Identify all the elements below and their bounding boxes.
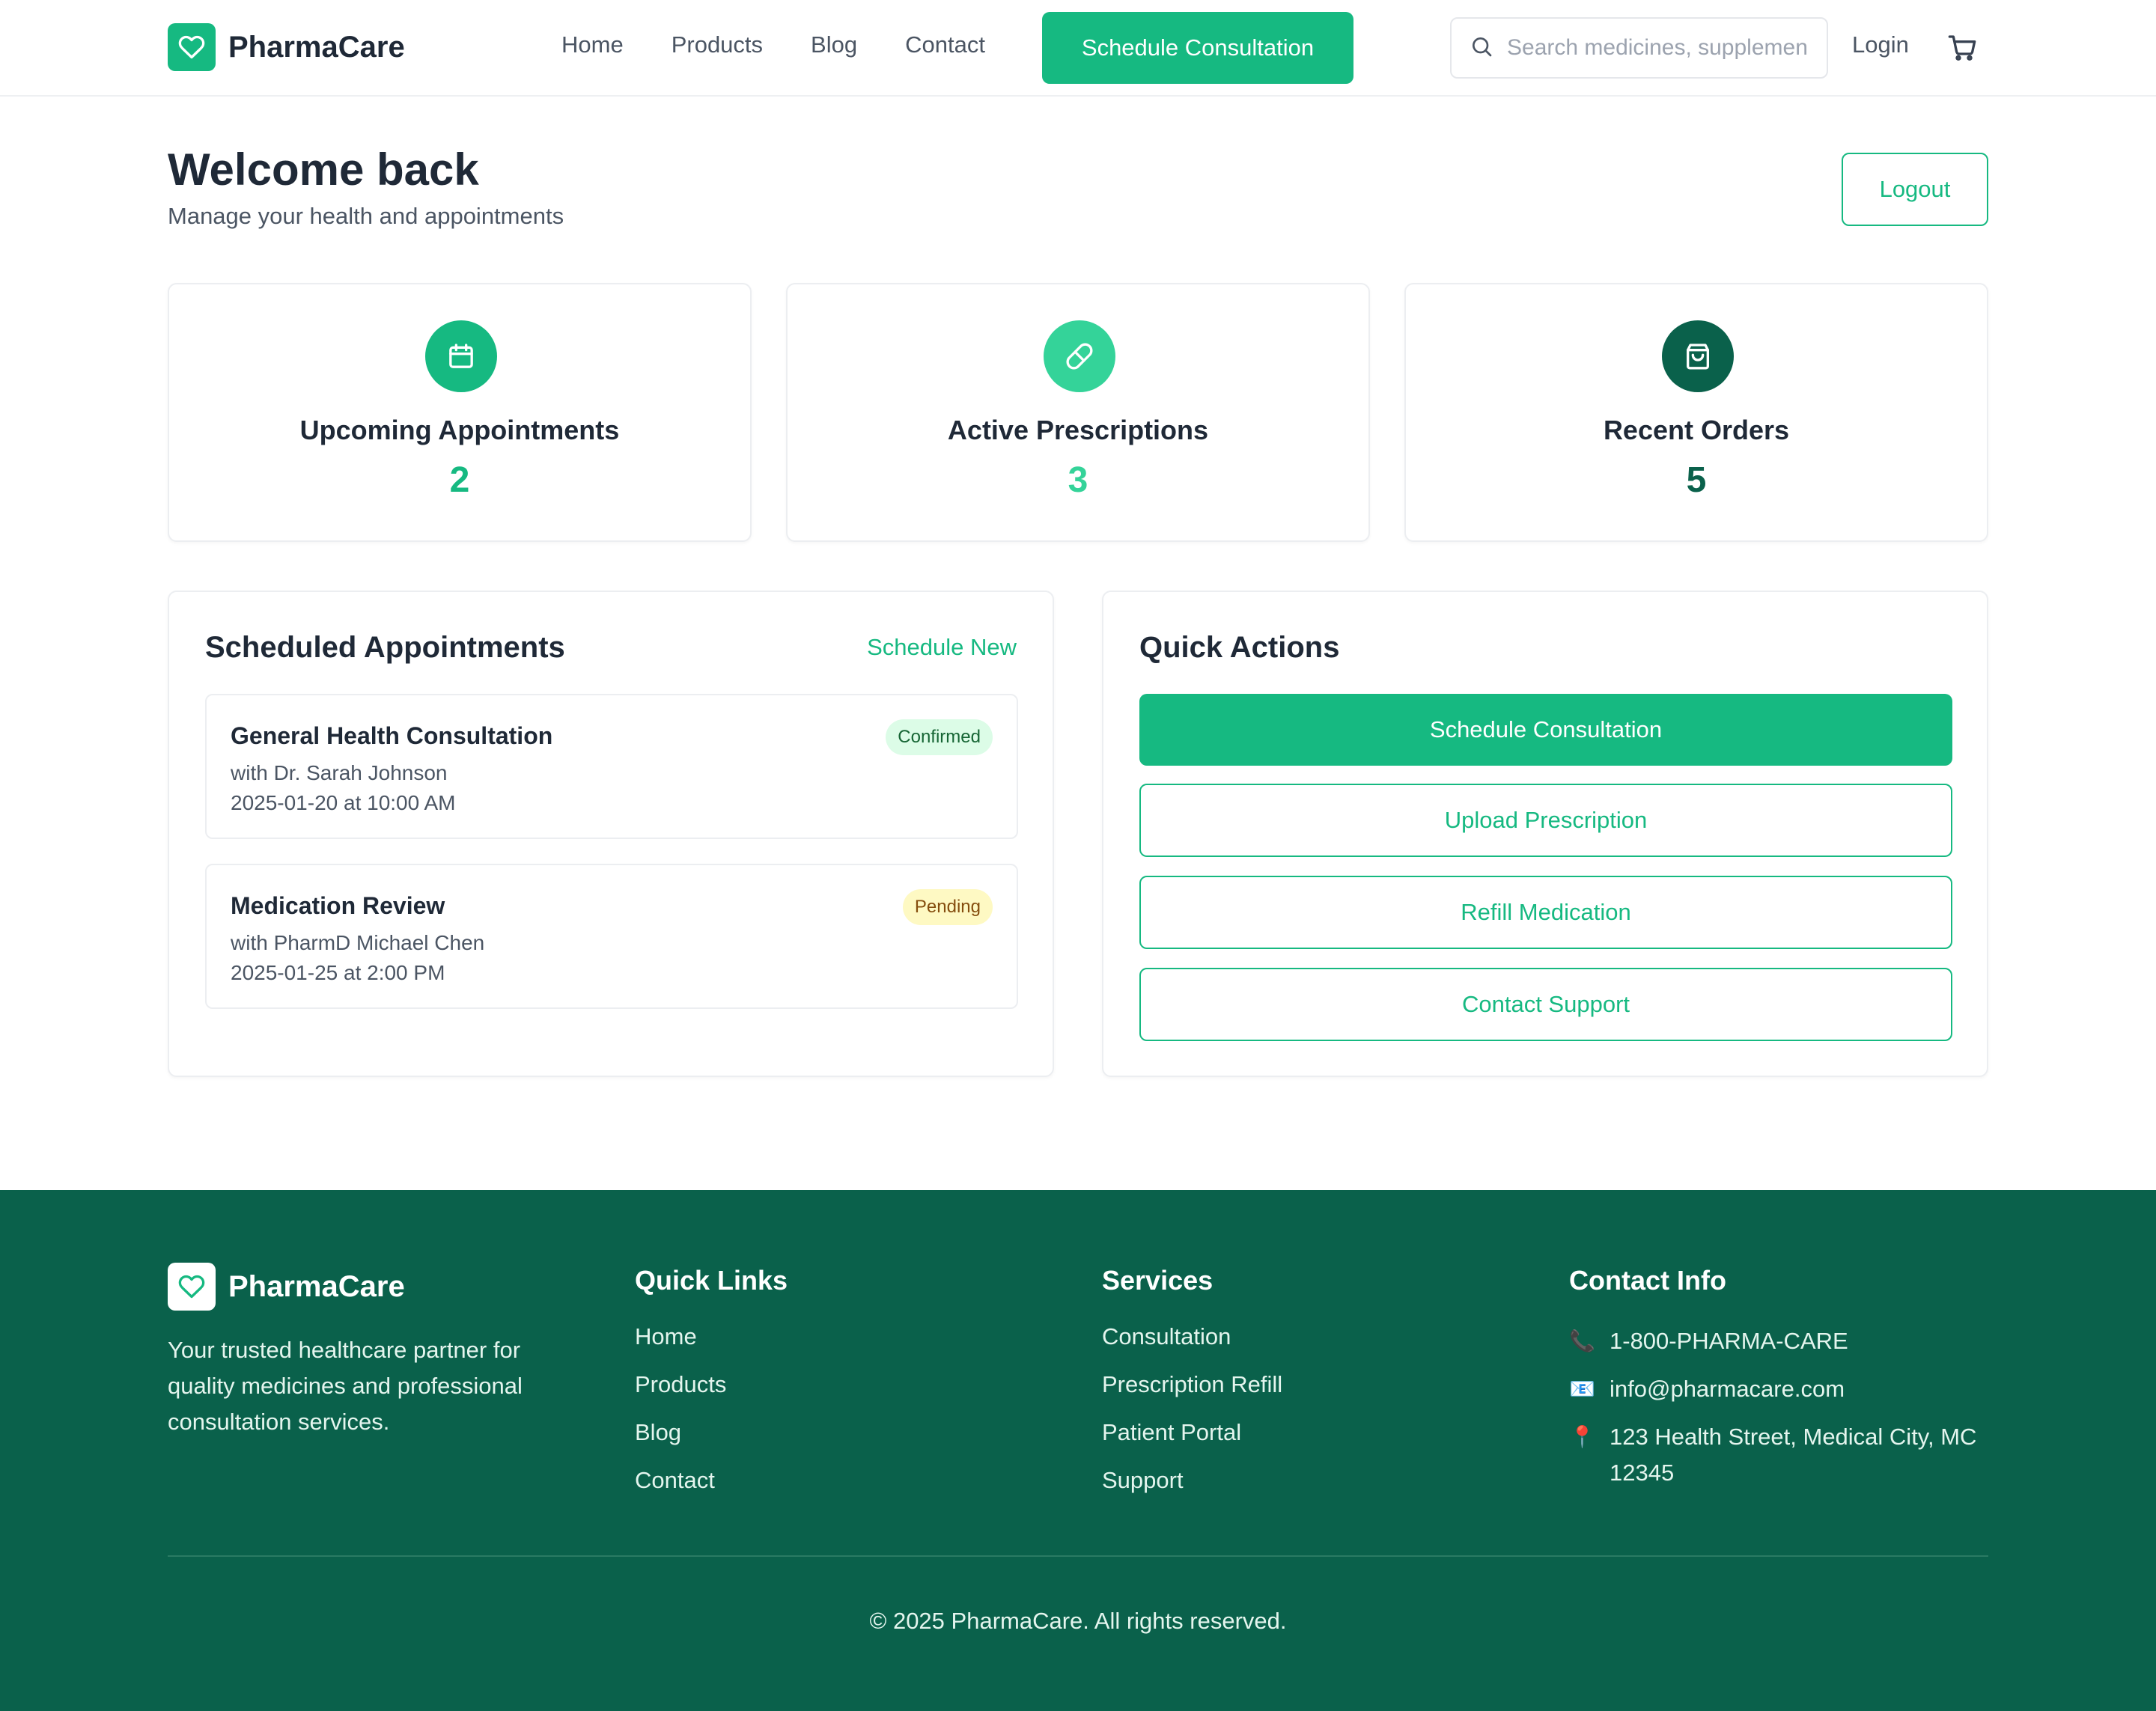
stat-value: 3	[1068, 460, 1088, 500]
nav-home[interactable]: Home	[561, 31, 624, 58]
appointment-title: Medication Review	[231, 892, 445, 919]
stat-card-prescriptions: Active Prescriptions 3	[786, 283, 1370, 542]
footer-link-home[interactable]: Home	[635, 1323, 788, 1371]
search-box	[1450, 17, 1828, 79]
main-nav: Home Products Blog Contact	[561, 31, 985, 58]
calendar-icon	[425, 320, 497, 392]
appointments-panel: Scheduled Appointments Schedule New Gene…	[168, 591, 1054, 1077]
heart-icon	[168, 23, 216, 71]
cart-icon[interactable]	[1947, 33, 1977, 67]
pill-icon	[1044, 320, 1115, 392]
appointment-doctor: with Dr. Sarah Johnson	[231, 761, 448, 784]
brand[interactable]: PharmaCare	[168, 23, 405, 71]
appointment-title: General Health Consultation	[231, 722, 553, 749]
brand-name: PharmaCare	[228, 30, 405, 64]
stat-value: 2	[449, 460, 470, 500]
stat-value: 5	[1686, 460, 1707, 500]
quick-actions-panel: Quick Actions Schedule Consultation Uplo…	[1102, 591, 1988, 1077]
stat-card-orders: Recent Orders 5	[1404, 283, 1988, 542]
footer-address-text: 123 Health Street, Medical City, MC 1234…	[1610, 1424, 1977, 1486]
footer-brand[interactable]: PharmaCare	[168, 1263, 405, 1311]
footer-divider	[168, 1555, 1988, 1557]
appointment-datetime: 2025-01-25 at 2:00 PM	[231, 961, 445, 984]
qa-schedule-consultation-button[interactable]: Schedule Consultation	[1139, 694, 1952, 766]
search-icon	[1470, 34, 1493, 62]
qa-upload-prescription-button[interactable]: Upload Prescription	[1139, 784, 1952, 857]
site-footer: PharmaCare Your trusted healthcare partn…	[0, 1190, 2156, 1711]
appointment-card[interactable]: General Health Consultation with Dr. Sar…	[205, 694, 1018, 839]
search-input[interactable]	[1507, 35, 1806, 61]
nav-contact[interactable]: Contact	[905, 31, 985, 58]
stat-label: Active Prescriptions	[947, 415, 1209, 445]
nav-blog[interactable]: Blog	[811, 31, 857, 58]
schedule-new-link[interactable]: Schedule New	[867, 634, 1017, 661]
shopping-bag-icon	[1662, 320, 1734, 392]
footer-copyright: © 2025 PharmaCare. All rights reserved.	[869, 1608, 1287, 1634]
footer-email[interactable]: 📧 info@pharmacare.com	[1569, 1371, 2003, 1407]
footer-link-blog[interactable]: Blog	[635, 1419, 788, 1467]
stat-label: Upcoming Appointments	[299, 415, 620, 445]
status-badge: Pending	[902, 889, 993, 925]
stat-card-appointments: Upcoming Appointments 2	[168, 283, 752, 542]
stat-label: Recent Orders	[1603, 415, 1790, 445]
footer-col-title: Quick Links	[635, 1265, 788, 1296]
quick-actions-title: Quick Actions	[1139, 631, 1340, 664]
logout-button[interactable]: Logout	[1842, 153, 1988, 226]
appointments-title: Scheduled Appointments	[205, 631, 565, 664]
status-badge: Confirmed	[886, 719, 993, 755]
footer-link-consultation[interactable]: Consultation	[1102, 1323, 1282, 1371]
footer-link-patient-portal[interactable]: Patient Portal	[1102, 1419, 1282, 1467]
nav-products[interactable]: Products	[672, 31, 763, 58]
footer-brand-name: PharmaCare	[228, 1269, 405, 1303]
login-link[interactable]: Login	[1852, 31, 1909, 58]
footer-phone[interactable]: 📞 1-800-PHARMA-CARE	[1569, 1323, 2003, 1359]
footer-phone-text: 1-800-PHARMA-CARE	[1610, 1328, 1848, 1354]
footer-contact: Contact Info 📞 1-800-PHARMA-CARE 📧 info@…	[1569, 1265, 2003, 1503]
footer-col-title: Contact Info	[1569, 1265, 1726, 1296]
email-icon: 📧	[1569, 1377, 1595, 1400]
page-subtitle: Manage your health and appointments	[168, 203, 564, 229]
footer-email-text: info@pharmacare.com	[1610, 1376, 1845, 1402]
appointment-card[interactable]: Medication Review with PharmD Michael Ch…	[205, 864, 1018, 1009]
schedule-consultation-button[interactable]: Schedule Consultation	[1042, 12, 1353, 84]
qa-refill-medication-button[interactable]: Refill Medication	[1139, 876, 1952, 949]
footer-link-contact[interactable]: Contact	[635, 1467, 788, 1515]
qa-contact-support-button[interactable]: Contact Support	[1139, 968, 1952, 1041]
footer-link-products[interactable]: Products	[635, 1371, 788, 1419]
page-title: Welcome back	[168, 144, 479, 195]
heart-icon	[168, 1263, 216, 1311]
footer-link-support[interactable]: Support	[1102, 1467, 1282, 1515]
footer-services: Services Consultation Prescription Refil…	[1102, 1265, 1282, 1515]
appointment-datetime: 2025-01-20 at 10:00 AM	[231, 791, 456, 814]
footer-link-prescription-refill[interactable]: Prescription Refill	[1102, 1371, 1282, 1419]
footer-quick-links: Quick Links Home Products Blog Contact	[635, 1265, 788, 1515]
phone-icon: 📞	[1569, 1329, 1595, 1352]
footer-address: 📍 123 Health Street, Medical City, MC 12…	[1569, 1419, 2003, 1491]
footer-col-title: Services	[1102, 1265, 1213, 1296]
site-header: PharmaCare Home Products Blog Contact Sc…	[0, 0, 2156, 97]
footer-description: Your trusted healthcare partner for qual…	[168, 1337, 523, 1435]
location-pin-icon: 📍	[1569, 1425, 1595, 1448]
appointment-doctor: with PharmD Michael Chen	[231, 931, 485, 954]
